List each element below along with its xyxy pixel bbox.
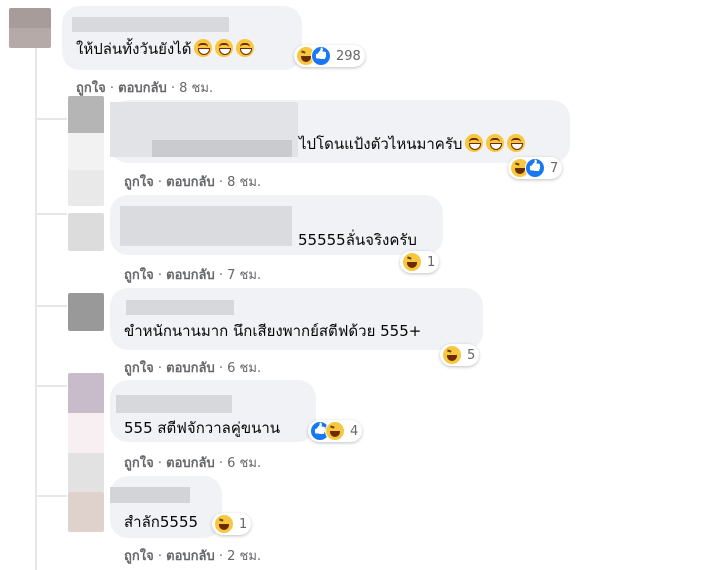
commenter-name-blurred[interactable] [126,300,234,315]
comment-actions: ถูกใจ · ตอบกลับ · 8 ชม. [124,175,262,190]
comment-text: ขำหนักนานมาก นึกเสียงพากย์สตีฟด้วย 555+ [124,322,422,340]
thread-branch [35,385,67,387]
grin-emoji-icon [215,39,234,57]
reaction-count: 1 [239,516,248,532]
thread-branch [35,305,67,307]
blur-patch [152,140,292,157]
reaction-count: 4 [350,423,359,439]
thread-branch [35,213,67,215]
thread-branch [35,495,67,497]
like-link[interactable]: ถูกใจ [124,175,154,190]
grin-emoji-icon [465,134,484,152]
like-link[interactable]: ถูกใจ [124,549,154,564]
timestamp[interactable]: 6 ชม. [227,456,261,471]
commenter-name-blurred[interactable] [120,206,292,246]
reply-link[interactable]: ตอบกลับ [166,175,215,190]
comment-text: ไปโดนแป้งตัวไหนมาครับ [299,134,526,154]
like-reaction-icon [525,158,545,178]
commenter-name-blurred[interactable] [72,17,229,32]
grin-emoji-icon [194,39,213,57]
thread-line [35,48,37,570]
comment-actions: ถูกใจ · ตอบกลับ · 2 ชม. [124,549,262,564]
avatar[interactable] [68,96,104,206]
reply-link[interactable]: ตอบกลับ [166,456,215,471]
avatar[interactable] [68,293,104,331]
commenter-name-blurred[interactable] [110,487,190,503]
grin-emoji-icon [236,39,255,57]
haha-reaction-icon [214,514,234,534]
like-link[interactable]: ถูกใจ [124,456,154,471]
reaction-summary[interactable]: 4 [308,420,363,442]
like-link[interactable]: ถูกใจ [124,361,154,376]
timestamp[interactable]: 2 ชม. [227,549,261,564]
comment-text: ให้ปล่นทั้งวันยังได้ [76,39,255,59]
avatar[interactable] [68,373,104,493]
grin-emoji-icon [507,134,526,152]
timestamp[interactable]: 6 ชม. [227,361,261,376]
avatar[interactable] [9,8,51,48]
reply-link[interactable]: ตอบกลับ [166,361,215,376]
reaction-count: 298 [336,48,361,64]
like-link[interactable]: ถูกใจ [76,81,106,96]
reaction-summary[interactable]: 1 [400,251,440,273]
comment-actions: ถูกใจ · ตอบกลับ · 8 ชม. [76,81,214,96]
comment-text: 555 สตีฟจักวาลคู่ขนาน [124,419,281,437]
timestamp[interactable]: 8 ชม. [179,81,213,96]
comment-actions: ถูกใจ · ตอบกลับ · 6 ชม. [124,456,262,471]
timestamp[interactable]: 8 ชม. [227,175,261,190]
comment-text: 55555ลั่นจริงครับ [298,231,417,249]
reply-link[interactable]: ตอบกลับ [118,81,167,96]
comment-actions: ถูกใจ · ตอบกลับ · 7 ชม. [124,268,262,283]
comment-text: สำลัก5555 [124,513,199,531]
reaction-summary[interactable]: 1 [212,513,252,535]
haha-reaction-icon [325,421,345,441]
timestamp[interactable]: 7 ชม. [227,268,261,283]
like-reaction-icon [311,46,331,66]
haha-reaction-icon [442,345,462,365]
thread-branch [35,118,67,120]
reaction-summary[interactable]: 7 [508,157,563,179]
reaction-summary[interactable]: 5 [440,344,480,366]
avatar[interactable] [68,492,104,532]
reaction-summary[interactable]: 298 [294,45,365,67]
avatar[interactable] [68,213,104,251]
reply-link[interactable]: ตอบกลับ [166,549,215,564]
reaction-count: 7 [550,160,559,176]
comment-bubble [62,6,302,70]
grin-emoji-icon [486,134,505,152]
comment-actions: ถูกใจ · ตอบกลับ · 6 ชม. [124,361,262,376]
commenter-name-blurred[interactable] [116,395,232,413]
reply-link[interactable]: ตอบกลับ [166,268,215,283]
like-link[interactable]: ถูกใจ [124,268,154,283]
reaction-count: 5 [467,347,476,363]
haha-reaction-icon [402,252,422,272]
reaction-count: 1 [427,254,436,270]
